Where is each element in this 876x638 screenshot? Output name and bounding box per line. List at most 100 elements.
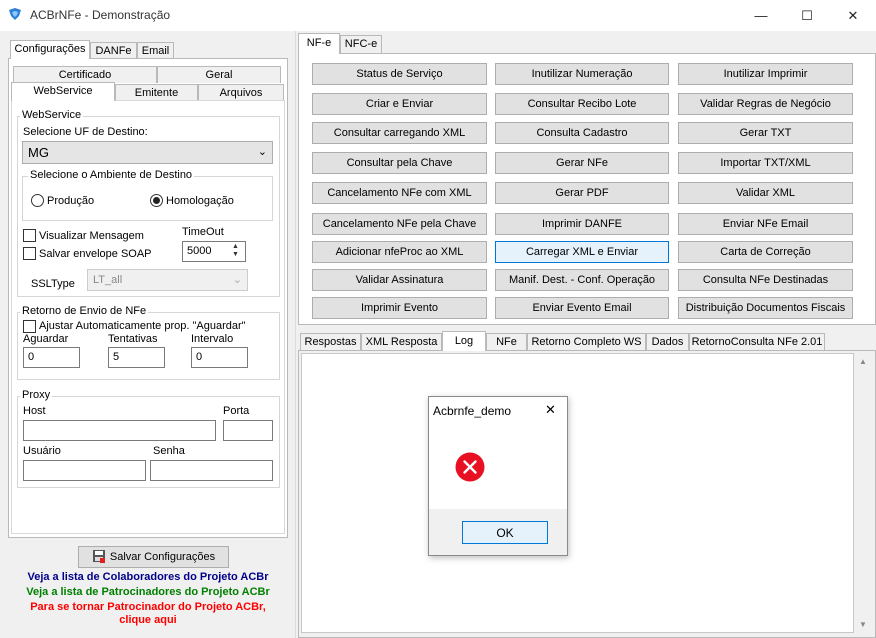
- intervalo-value: 0: [196, 351, 203, 363]
- scroll-down-icon[interactable]: ▼: [859, 620, 867, 629]
- tab-nfe[interactable]: NF-e: [298, 33, 340, 54]
- inutilizar-imprimir-button[interactable]: Inutilizar Imprimir: [678, 63, 853, 85]
- tentativas-value: 5: [113, 351, 120, 363]
- clique-aqui-link[interactable]: clique aqui: [0, 614, 296, 626]
- carta-de-correcao-button[interactable]: Carta de Correção: [678, 241, 853, 263]
- tab-nfe[interactable]: NFe: [486, 333, 527, 351]
- host-input[interactable]: [23, 420, 216, 441]
- tab-retornoconsulta-nfe-2-01[interactable]: RetornoConsulta NFe 2.01: [689, 333, 825, 351]
- imprimir-danfe-button[interactable]: Imprimir DANFE: [495, 213, 669, 235]
- maximize-button[interactable]: ☐: [784, 0, 830, 31]
- enviar-evento-email-button[interactable]: Enviar Evento Email: [495, 297, 669, 319]
- tab-dados[interactable]: Dados: [646, 333, 689, 351]
- distribuicao-documentos-fiscais-button[interactable]: Distribuição Documentos Fiscais: [678, 297, 853, 319]
- tab-log[interactable]: Log: [442, 331, 486, 351]
- retorno-group-label: Retorno de Envio de NFe: [20, 305, 149, 317]
- salvar-configuracoes-button[interactable]: Salvar Configurações: [78, 546, 229, 568]
- validar-xml-button[interactable]: Validar XML: [678, 182, 853, 204]
- tab-webservice[interactable]: WebService: [11, 82, 115, 101]
- acbr-app-icon: [8, 7, 22, 21]
- dialog-close-icon[interactable]: ✕: [545, 402, 556, 418]
- tab-configuracoes[interactable]: Configurações: [10, 40, 90, 59]
- close-icon: ✕: [847, 7, 859, 23]
- tab-respostas[interactable]: Respostas: [300, 333, 361, 351]
- tab-emitente[interactable]: Emitente: [115, 84, 198, 101]
- ajustar-label: Ajustar Automaticamente prop. "Aguardar": [39, 320, 246, 332]
- log-textarea[interactable]: [301, 353, 854, 633]
- criar-e-enviar-button[interactable]: Criar e Enviar: [312, 93, 487, 115]
- validar-assinatura-button[interactable]: Validar Assinatura: [312, 269, 487, 291]
- intervalo-input[interactable]: 0: [191, 347, 248, 368]
- timeout-value: 5000: [187, 245, 212, 257]
- consultar-recibo-lote-button[interactable]: Consultar Recibo Lote: [495, 93, 669, 115]
- scroll-up-icon[interactable]: ▲: [859, 357, 867, 366]
- title-bar: ACBrNFe - Demonstração — ☐ ✕: [0, 0, 876, 31]
- error-icon: [455, 452, 485, 485]
- aguardar-input[interactable]: 0: [23, 347, 80, 368]
- tab-email[interactable]: Email: [137, 42, 174, 59]
- uf-value: MG: [28, 145, 49, 160]
- tornar-patrocinador-link[interactable]: Para se tornar Patrocinador do Projeto A…: [0, 601, 296, 613]
- homologacao-radio[interactable]: [150, 194, 163, 207]
- tab-arquivos[interactable]: Arquivos: [198, 84, 284, 101]
- ssltype-select[interactable]: LT_all ⌄: [87, 269, 248, 291]
- window-title: ACBrNFe - Demonstração: [30, 8, 171, 22]
- patrocinadores-link[interactable]: Veja a lista de Patrocinadores do Projet…: [0, 586, 296, 598]
- splitter[interactable]: [295, 31, 296, 638]
- senha-input[interactable]: [150, 460, 273, 481]
- tentativas-input[interactable]: 5: [108, 347, 165, 368]
- dialog-title: Acbrnfe_demo: [433, 404, 512, 418]
- adicionar-nfeproc-ao-xml-button[interactable]: Adicionar nfeProc ao XML: [312, 241, 487, 263]
- tab-retorno-completo-ws[interactable]: Retorno Completo WS: [527, 333, 646, 351]
- gerar-txt-button[interactable]: Gerar TXT: [678, 122, 853, 144]
- colaboradores-link[interactable]: Veja a lista de Colaboradores do Projeto…: [0, 571, 296, 583]
- porta-input[interactable]: [223, 420, 273, 441]
- status-de-servico-button[interactable]: Status de Serviço: [312, 63, 487, 85]
- importar-txt-xml-button[interactable]: Importar TXT/XML: [678, 152, 853, 174]
- validar-regras-de-negocio-button[interactable]: Validar Regras de Negócio: [678, 93, 853, 115]
- senha-label: Senha: [153, 445, 185, 457]
- close-button[interactable]: ✕: [830, 0, 876, 31]
- salvar-envelope-checkbox[interactable]: [23, 247, 36, 260]
- ssltype-value: LT_all: [93, 274, 123, 286]
- vertical-scrollbar[interactable]: ▲ ▼: [855, 353, 872, 633]
- homologacao-label: Homologação: [166, 195, 234, 207]
- aguardar-value: 0: [28, 351, 35, 363]
- consulta-nfe-destinadas-button[interactable]: Consulta NFe Destinadas: [678, 269, 853, 291]
- producao-label: Produção: [47, 195, 95, 207]
- ambiente-label: Selecione o Ambiente de Destino: [28, 169, 195, 181]
- ssltype-label: SSLType: [31, 278, 75, 290]
- gerar-nfe-button[interactable]: Gerar NFe: [495, 152, 669, 174]
- tab-geral[interactable]: Geral: [157, 66, 281, 83]
- visualizar-mensagem-checkbox[interactable]: [23, 229, 36, 242]
- gerar-pdf-button[interactable]: Gerar PDF: [495, 182, 669, 204]
- timeout-label: TimeOut: [182, 226, 224, 238]
- cancelamento-nfe-pela-chave-button[interactable]: Cancelamento NFe pela Chave: [312, 213, 487, 235]
- tab-certificado[interactable]: Certificado: [13, 66, 157, 83]
- ok-button[interactable]: OK: [462, 521, 548, 544]
- tab-danfe[interactable]: DANFe: [90, 42, 137, 59]
- tab-nfce[interactable]: NFC-e: [340, 35, 382, 54]
- uf-select[interactable]: MG ⌄: [22, 141, 273, 164]
- usuario-input[interactable]: [23, 460, 146, 481]
- cancelamento-nfe-com-xml-button[interactable]: Cancelamento NFe com XML: [312, 182, 487, 204]
- inutilizar-numeracao-button[interactable]: Inutilizar Numeração: [495, 63, 669, 85]
- visualizar-mensagem-label: Visualizar Mensagem: [39, 230, 144, 242]
- minimize-icon: —: [754, 8, 768, 23]
- producao-radio[interactable]: [31, 194, 44, 207]
- webservice-group-label: WebService: [20, 109, 84, 121]
- consultar-carregando-xml-button[interactable]: Consultar carregando XML: [312, 122, 487, 144]
- imprimir-evento-button[interactable]: Imprimir Evento: [312, 297, 487, 319]
- host-label: Host: [23, 405, 46, 417]
- spin-arrows-icon[interactable]: ▲ ▼: [232, 243, 239, 259]
- carregar-xml-e-enviar-button[interactable]: Carregar XML e Enviar: [495, 241, 669, 263]
- tab-xml-resposta[interactable]: XML Resposta: [361, 333, 442, 351]
- minimize-button[interactable]: —: [738, 0, 784, 31]
- aguardar-label: Aguardar: [23, 333, 69, 345]
- ajustar-checkbox[interactable]: [23, 320, 36, 333]
- manif-dest-conf-operacao-button[interactable]: Manif. Dest. - Conf. Operação: [495, 269, 669, 291]
- tentativas-label: Tentativas: [108, 333, 158, 345]
- enviar-nfe-email-button[interactable]: Enviar NFe Email: [678, 213, 853, 235]
- consultar-pela-chave-button[interactable]: Consultar pela Chave: [312, 152, 487, 174]
- consulta-cadastro-button[interactable]: Consulta Cadastro: [495, 122, 669, 144]
